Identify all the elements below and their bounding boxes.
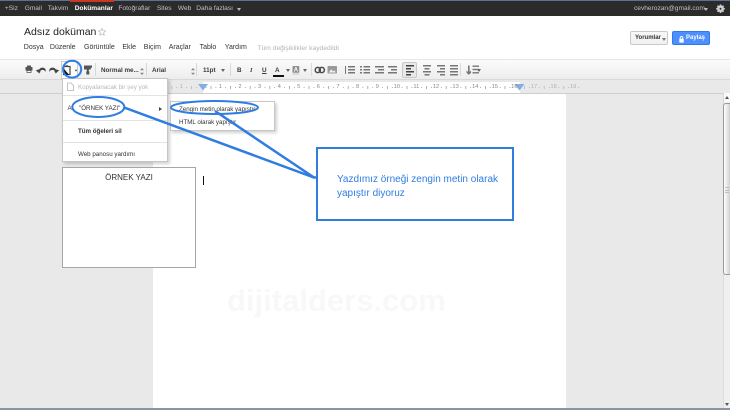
svg-text:A: A xyxy=(294,67,299,73)
